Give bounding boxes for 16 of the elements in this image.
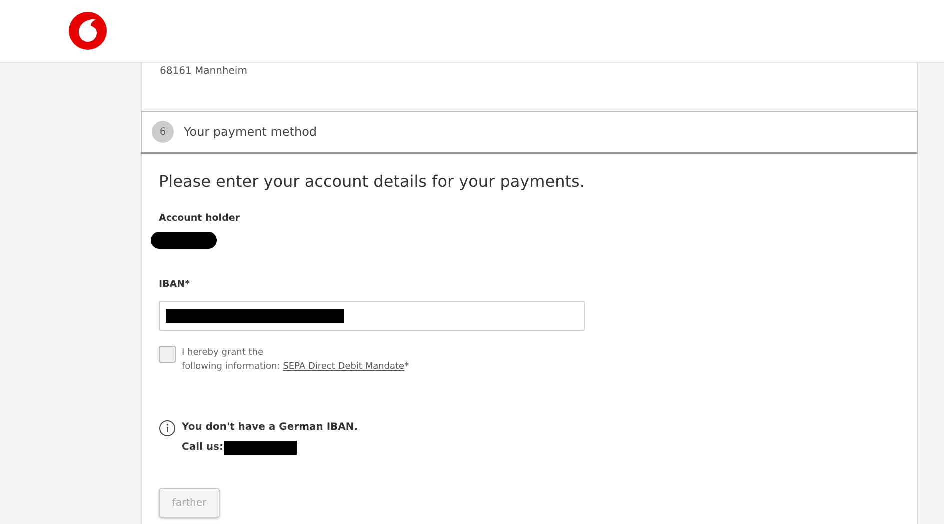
iban-field[interactable] <box>159 301 585 331</box>
checkbox[interactable] <box>159 346 176 363</box>
field-label: Account holder <box>159 213 241 224</box>
mandate-text: following information: SEPA Direct Debit Mandate* <box>182 361 410 374</box>
mandate-text: I hereby grant the <box>182 347 264 360</box>
redaction <box>151 232 217 249</box>
notice-title: You don't have a German IBAN. <box>182 421 358 435</box>
logo-icon <box>68 11 108 51</box>
address-line: 68161 Mannheim <box>160 66 248 77</box>
step-title: Your payment method <box>184 125 318 139</box>
field-label: IBAN* <box>159 279 192 290</box>
step-number: 6 <box>152 121 174 143</box>
info-icon <box>159 420 176 437</box>
form-heading: Please enter your account details for your payments. <box>159 172 586 191</box>
mandate-link[interactable]: SEPA Direct Debit Mandate <box>283 362 405 372</box>
call-label: Call us: <box>182 441 224 455</box>
